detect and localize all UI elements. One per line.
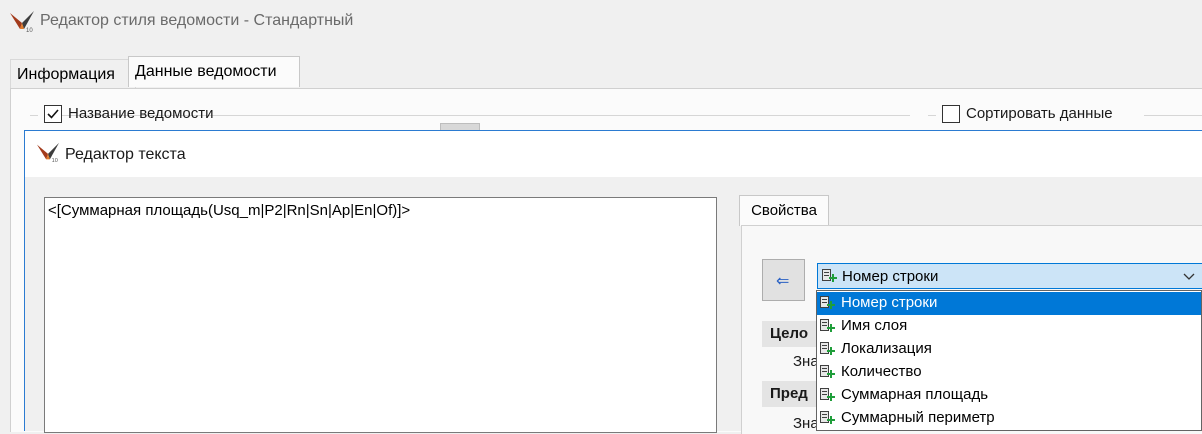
field-dropdown-list[interactable]: Номер строки Имя слоя Локализация Количе…: [816, 290, 1202, 431]
list-item-icon: [820, 319, 835, 333]
dropdown-item[interactable]: Имя слоя: [817, 315, 1201, 338]
dropdown-item-label: Номер строки: [841, 294, 938, 311]
tab-report-data[interactable]: Данные ведомости: [128, 56, 300, 87]
field-combo-value: Номер строки: [842, 268, 939, 285]
svg-text:10: 10: [26, 28, 33, 33]
list-item-icon: [820, 342, 835, 356]
chevron-down-icon: [1183, 273, 1195, 280]
list-item-icon: [820, 365, 835, 379]
dialog-title: Редактор текста: [65, 146, 186, 163]
app-logo-icon: 10: [37, 142, 59, 163]
checkmark-icon: [47, 109, 59, 119]
dropdown-item-label: Имя слоя: [841, 317, 908, 334]
group-header-integer[interactable]: Цело: [762, 321, 822, 347]
dropdown-item[interactable]: Локализация: [817, 338, 1201, 361]
dropdown-item-label: Суммарная площадь: [841, 386, 989, 403]
dropdown-item-label: Суммарный периметр: [841, 409, 995, 426]
name-checkbox-row[interactable]: Название ведомости: [38, 104, 214, 126]
svg-text:10: 10: [52, 158, 58, 163]
window-titlebar: 10 Редактор стиля ведомости - Стандартны…: [0, 0, 1202, 44]
list-item-icon: [822, 269, 837, 283]
dropdown-item-label: Локализация: [841, 340, 932, 357]
name-checkbox[interactable]: [44, 105, 62, 123]
dropdown-item-label: Количество: [841, 363, 922, 380]
dropdown-item[interactable]: Суммарный периметр: [817, 407, 1201, 430]
group-field-label: Зна: [793, 415, 819, 432]
name-checkbox-label: Название ведомости: [68, 105, 214, 122]
sort-checkbox-label: Сортировать данные: [966, 105, 1113, 122]
list-item-icon: [820, 411, 835, 425]
tab-information[interactable]: Информация: [10, 59, 136, 88]
arrow-left-icon: ⇐: [776, 273, 790, 290]
sort-checkbox-row[interactable]: Сортировать данные: [936, 104, 1144, 126]
group-field-label: Зна: [793, 353, 819, 370]
list-item-icon: [820, 388, 835, 402]
sort-checkbox[interactable]: [942, 105, 960, 123]
tab-properties[interactable]: Свойства: [739, 195, 829, 226]
field-combo[interactable]: Номер строки: [817, 263, 1202, 289]
dialog-titlebar: 10 Редактор текста: [25, 131, 1202, 177]
insert-field-button[interactable]: ⇐: [762, 259, 805, 301]
window-title: Редактор стиля ведомости - Стандартный: [40, 12, 354, 29]
text-editor-area[interactable]: <[Суммарная площадь(Usq_m|P2|Rn|Sn|Ap|En…: [44, 197, 717, 433]
dropdown-item[interactable]: Количество: [817, 361, 1201, 384]
dropdown-item[interactable]: Номер строки: [817, 292, 1201, 315]
group-header-precision[interactable]: Пред: [762, 381, 822, 407]
app-logo-icon: 10: [10, 11, 34, 33]
dropdown-item[interactable]: Суммарная площадь: [817, 384, 1201, 407]
list-item-icon: [820, 296, 835, 310]
editor-content: <[Суммарная площадь(Usq_m|P2|Rn|Sn|Ap|En…: [48, 202, 411, 219]
